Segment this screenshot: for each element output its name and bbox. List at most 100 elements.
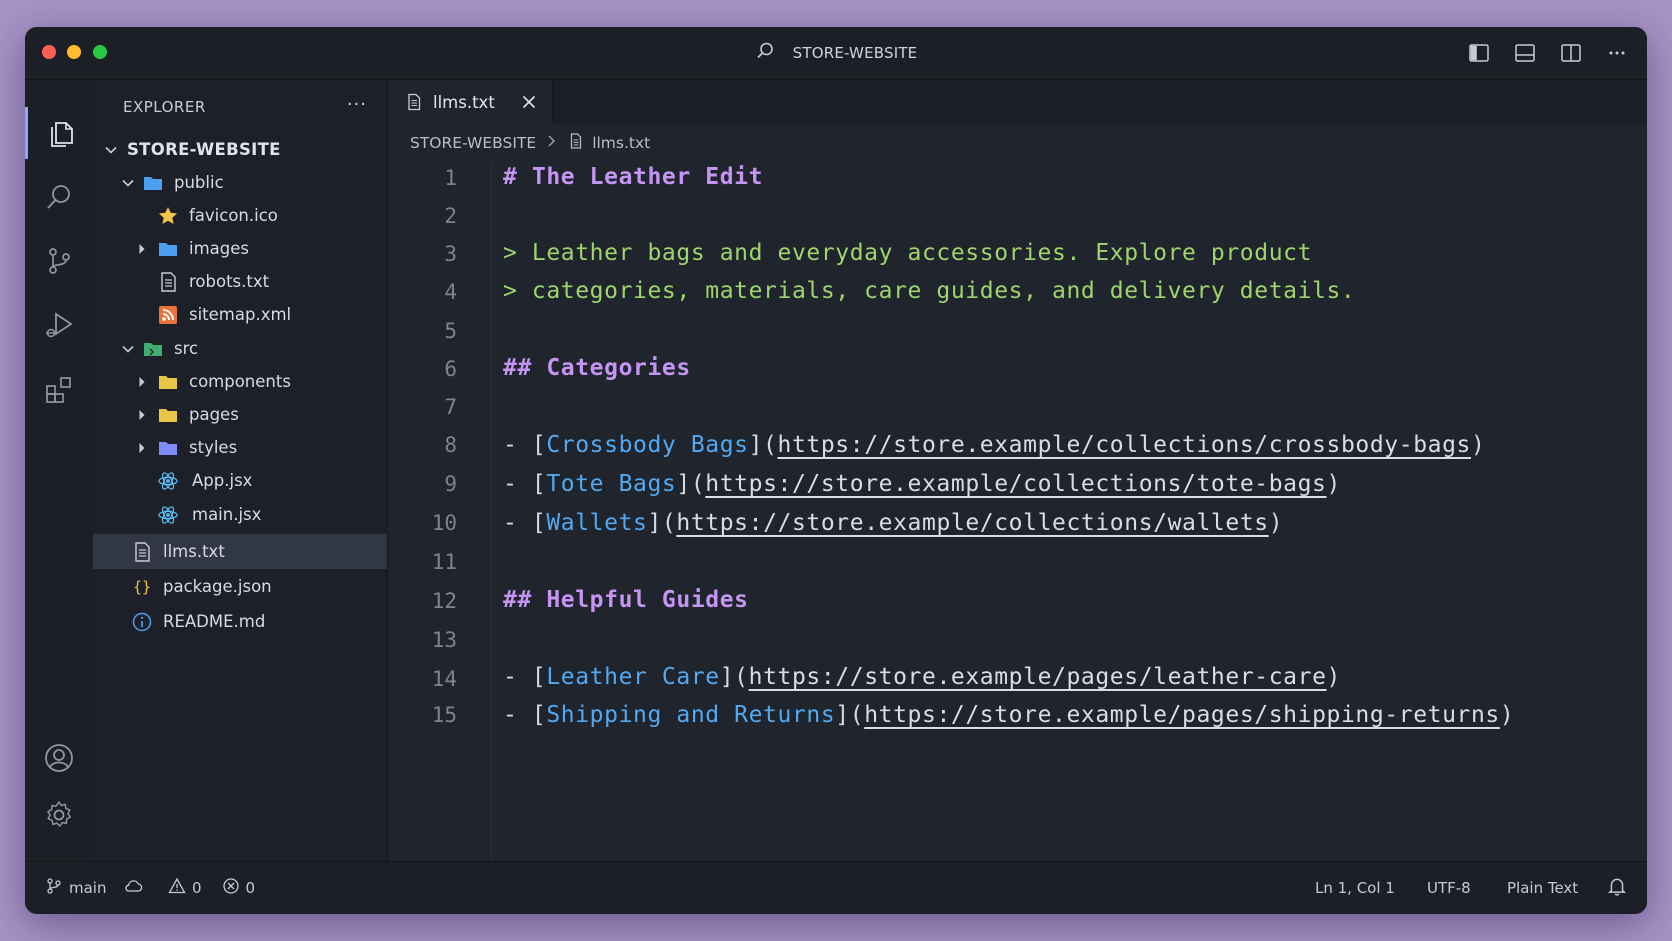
settings-gear-icon[interactable] — [25, 789, 93, 841]
line-number: 9 — [444, 472, 457, 496]
code-line-15: - [Shipping and Returns](https://store.e… — [503, 702, 1515, 728]
link-url[interactable]: https://store.example/pages/shipping-ret… — [864, 702, 1500, 728]
explorer-icon[interactable] — [25, 107, 93, 159]
notifications-button[interactable] — [1607, 862, 1627, 914]
folder-icon — [157, 371, 179, 393]
language-mode[interactable]: Plain Text — [1507, 862, 1578, 914]
code-line-3: > Leather bags and everyday accessories.… — [503, 240, 1313, 266]
problems-indicator[interactable]: 0 0 — [168, 862, 255, 914]
link-url[interactable]: https://store.example/pages/leather-care — [749, 664, 1327, 690]
editor-window: STORE-WEBSITE EXPLORER ··· STORE-WEBSITE… — [25, 27, 1647, 914]
line-number: 12 — [431, 589, 457, 613]
account-icon[interactable] — [25, 732, 93, 784]
react-icon — [157, 504, 179, 526]
code-line-4: > categories, materials, care guides, an… — [503, 278, 1356, 304]
explorer-header: EXPLORER — [123, 98, 206, 116]
link-text: Wallets — [546, 510, 648, 536]
folder-icon — [142, 338, 164, 360]
tree-item-llms-txt[interactable]: llms.txt — [93, 534, 387, 569]
toggle-panel-icon[interactable] — [1513, 41, 1537, 65]
editor-area: llms.txt STORE-WEBSITE llms.txt 1 2 3 4 … — [388, 80, 1647, 862]
cloud-icon — [122, 877, 144, 899]
tree-item-readme[interactable]: README.md — [93, 604, 387, 639]
warning-count: 0 — [192, 879, 202, 897]
rss-icon — [157, 304, 179, 326]
link-text: Leather Care — [546, 664, 720, 690]
branch-name: main — [69, 879, 107, 897]
link-url[interactable]: https://store.example/collections/crossb… — [778, 432, 1471, 458]
tree-item-label: public — [174, 173, 224, 192]
branch-indicator[interactable]: main — [45, 862, 106, 914]
tree-item-label: favicon.ico — [189, 206, 278, 225]
tree-item-app-jsx[interactable]: App.jsx — [93, 464, 387, 497]
tree-item-sitemap[interactable]: sitemap.xml — [93, 298, 387, 331]
line-number: 10 — [431, 511, 457, 535]
line-number: 14 — [431, 667, 457, 691]
status-bar: main 0 0 Ln 1, Col 1 UTF-8 Plain Text — [25, 861, 1647, 914]
link-url[interactable]: https://store.example/collections/tote-b… — [705, 471, 1326, 497]
link-text: Crossbody Bags — [546, 432, 749, 458]
link-text: Tote Bags — [546, 471, 677, 497]
code-line-6: ## Categories — [503, 355, 691, 381]
more-actions-icon[interactable] — [1605, 41, 1629, 65]
tree-item-pages[interactable]: pages — [93, 398, 387, 431]
folder-icon — [157, 404, 179, 426]
breadcrumb-root[interactable]: STORE-WEBSITE — [410, 134, 536, 152]
tree-item-images[interactable]: images — [93, 232, 387, 265]
breadcrumb-file[interactable]: llms.txt — [592, 134, 650, 152]
title-bar: STORE-WEBSITE — [25, 27, 1647, 80]
split-editor-icon[interactable] — [1559, 41, 1583, 65]
tree-item-components[interactable]: components — [93, 365, 387, 398]
tree-item-label: package.json — [163, 577, 272, 596]
line-number: 7 — [444, 395, 457, 419]
tab-llms-txt[interactable]: llms.txt — [388, 80, 553, 124]
code-content[interactable]: # The Leather Edit > Leather bags and ev… — [503, 162, 1647, 862]
close-icon[interactable] — [520, 93, 538, 111]
info-icon — [131, 611, 153, 633]
tree-item-package-json[interactable]: {} package.json — [93, 569, 387, 604]
sync-button[interactable] — [122, 862, 144, 914]
tree-item-robots[interactable]: robots.txt — [93, 265, 387, 298]
explorer-more-button[interactable]: ··· — [347, 94, 367, 115]
tree-item-label: images — [189, 239, 249, 258]
cursor-position[interactable]: Ln 1, Col 1 — [1315, 862, 1395, 914]
tree-item-main-jsx[interactable]: main.jsx — [93, 498, 387, 531]
source-control-icon[interactable] — [25, 235, 93, 287]
link-url[interactable]: https://store.example/collections/wallet… — [676, 510, 1268, 536]
tree-item-public[interactable]: public — [93, 166, 387, 199]
chevron-right-icon — [134, 407, 150, 423]
tree-item-src[interactable]: src — [93, 332, 387, 365]
chevron-down-icon — [120, 341, 136, 357]
run-debug-icon[interactable] — [25, 299, 93, 351]
tree-item-label: main.jsx — [192, 505, 262, 524]
tree-item-label: sitemap.xml — [189, 305, 292, 324]
code-line-8: - [Crossbody Bags](https://store.example… — [503, 432, 1486, 458]
tree-item-label: README.md — [163, 612, 266, 631]
search-icon[interactable] — [25, 171, 93, 223]
extensions-icon[interactable] — [25, 363, 93, 415]
text-file-icon — [405, 93, 423, 111]
tree-item-styles[interactable]: styles — [93, 431, 387, 464]
folder-icon — [142, 172, 164, 194]
line-number: 5 — [444, 319, 457, 343]
chevron-right-icon — [134, 374, 150, 390]
text-file-icon — [131, 541, 153, 563]
tree-item-label: src — [174, 339, 199, 358]
line-number: 6 — [444, 357, 457, 381]
tree-item-label: styles — [189, 438, 238, 457]
command-center[interactable]: STORE-WEBSITE — [25, 27, 1647, 79]
code-line-1: # The Leather Edit — [503, 164, 764, 190]
warning-icon — [168, 877, 186, 899]
line-number: 11 — [431, 550, 457, 574]
code-line-10: - [Wallets](https://store.example/collec… — [503, 510, 1284, 536]
tree-root-store-website[interactable]: STORE-WEBSITE — [93, 133, 387, 166]
line-number: 4 — [444, 280, 457, 304]
toggle-sidebar-icon[interactable] — [1467, 41, 1491, 65]
encoding-indicator[interactable]: UTF-8 — [1427, 862, 1471, 914]
line-number: 2 — [444, 204, 457, 228]
tree-item-favicon[interactable]: favicon.ico — [93, 199, 387, 232]
line-number: 1 — [444, 166, 457, 190]
code-line-9: - [Tote Bags](https://store.example/coll… — [503, 471, 1341, 497]
folder-icon — [157, 238, 179, 260]
bell-icon — [1607, 876, 1627, 900]
